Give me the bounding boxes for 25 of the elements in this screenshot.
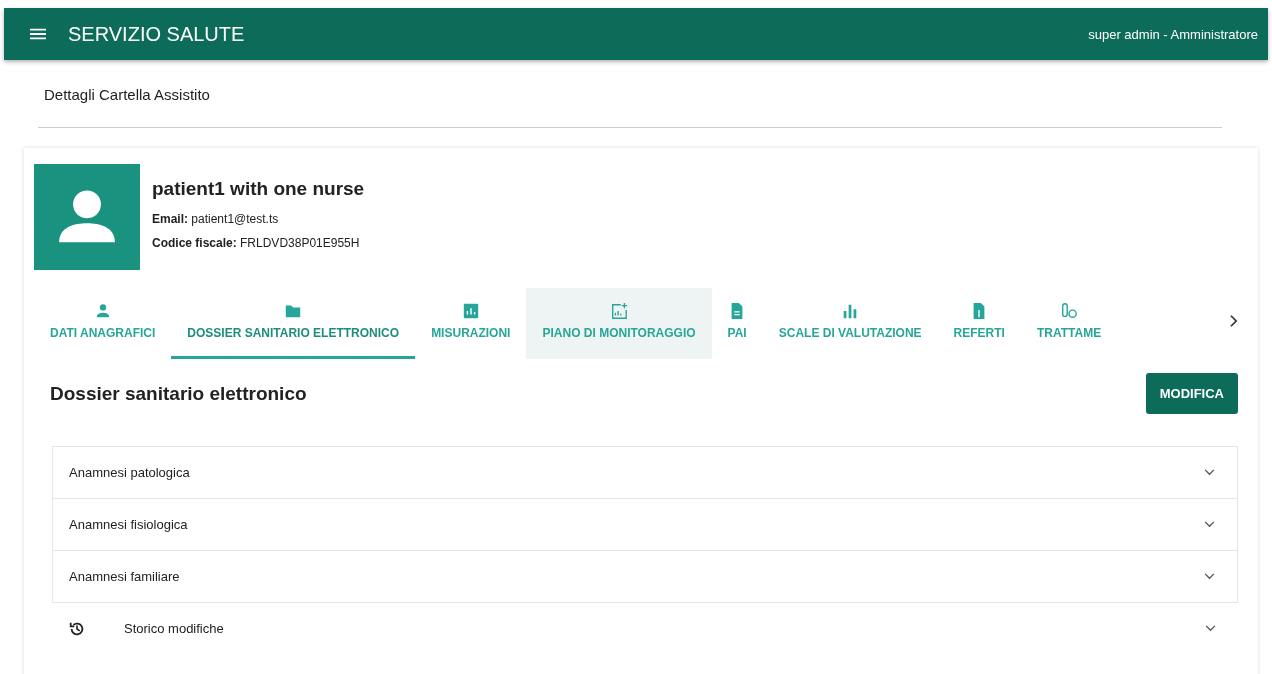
chevron-right-icon[interactable] (1229, 314, 1238, 328)
patient-tax-code: Codice fiscale: FRLDVD38P01E955H (152, 236, 361, 250)
section-title: Dossier sanitario elettronico (50, 382, 307, 405)
tab[interactable]: TRATTAME (1020, 288, 1118, 359)
menu-icon[interactable] (30, 28, 46, 40)
chart-plus-icon (610, 302, 629, 320)
chart-icon (461, 302, 480, 320)
page-title: Dettagli Cartella Assistito (44, 86, 211, 103)
patient-name: patient1 with one nurse (152, 178, 365, 200)
edit-button[interactable]: MODIFICA (1145, 373, 1238, 414)
tab[interactable]: SCALE DI VALUTAZIONE (762, 288, 938, 359)
accordion-panel[interactable]: Storico modifiche (52, 602, 1238, 654)
user-label[interactable]: super admin - Amministratore (1088, 26, 1258, 42)
pills-icon (1060, 302, 1079, 320)
tab[interactable]: DOSSIER SANITARIO ELETTRONICO (171, 288, 416, 359)
tab[interactable]: PAI (711, 288, 763, 359)
tab[interactable]: REFERTI (937, 288, 1021, 359)
tab[interactable]: PIANO DI MONITORAGGIO (526, 288, 712, 359)
accordion-panel[interactable]: Anamnesi familiare (52, 550, 1238, 602)
tab[interactable]: DATI ANAGRAFICI (34, 288, 172, 359)
app-title: SERVIZIO SALUTE (68, 22, 245, 46)
accordion-panel[interactable]: Anamnesi fisiologica (52, 498, 1238, 550)
patient-email: Email: patient1@test.ts (152, 212, 280, 226)
accordion-panel[interactable]: Anamnesi patologica (52, 446, 1238, 498)
tab[interactable]: MISURAZIONI (415, 288, 527, 359)
